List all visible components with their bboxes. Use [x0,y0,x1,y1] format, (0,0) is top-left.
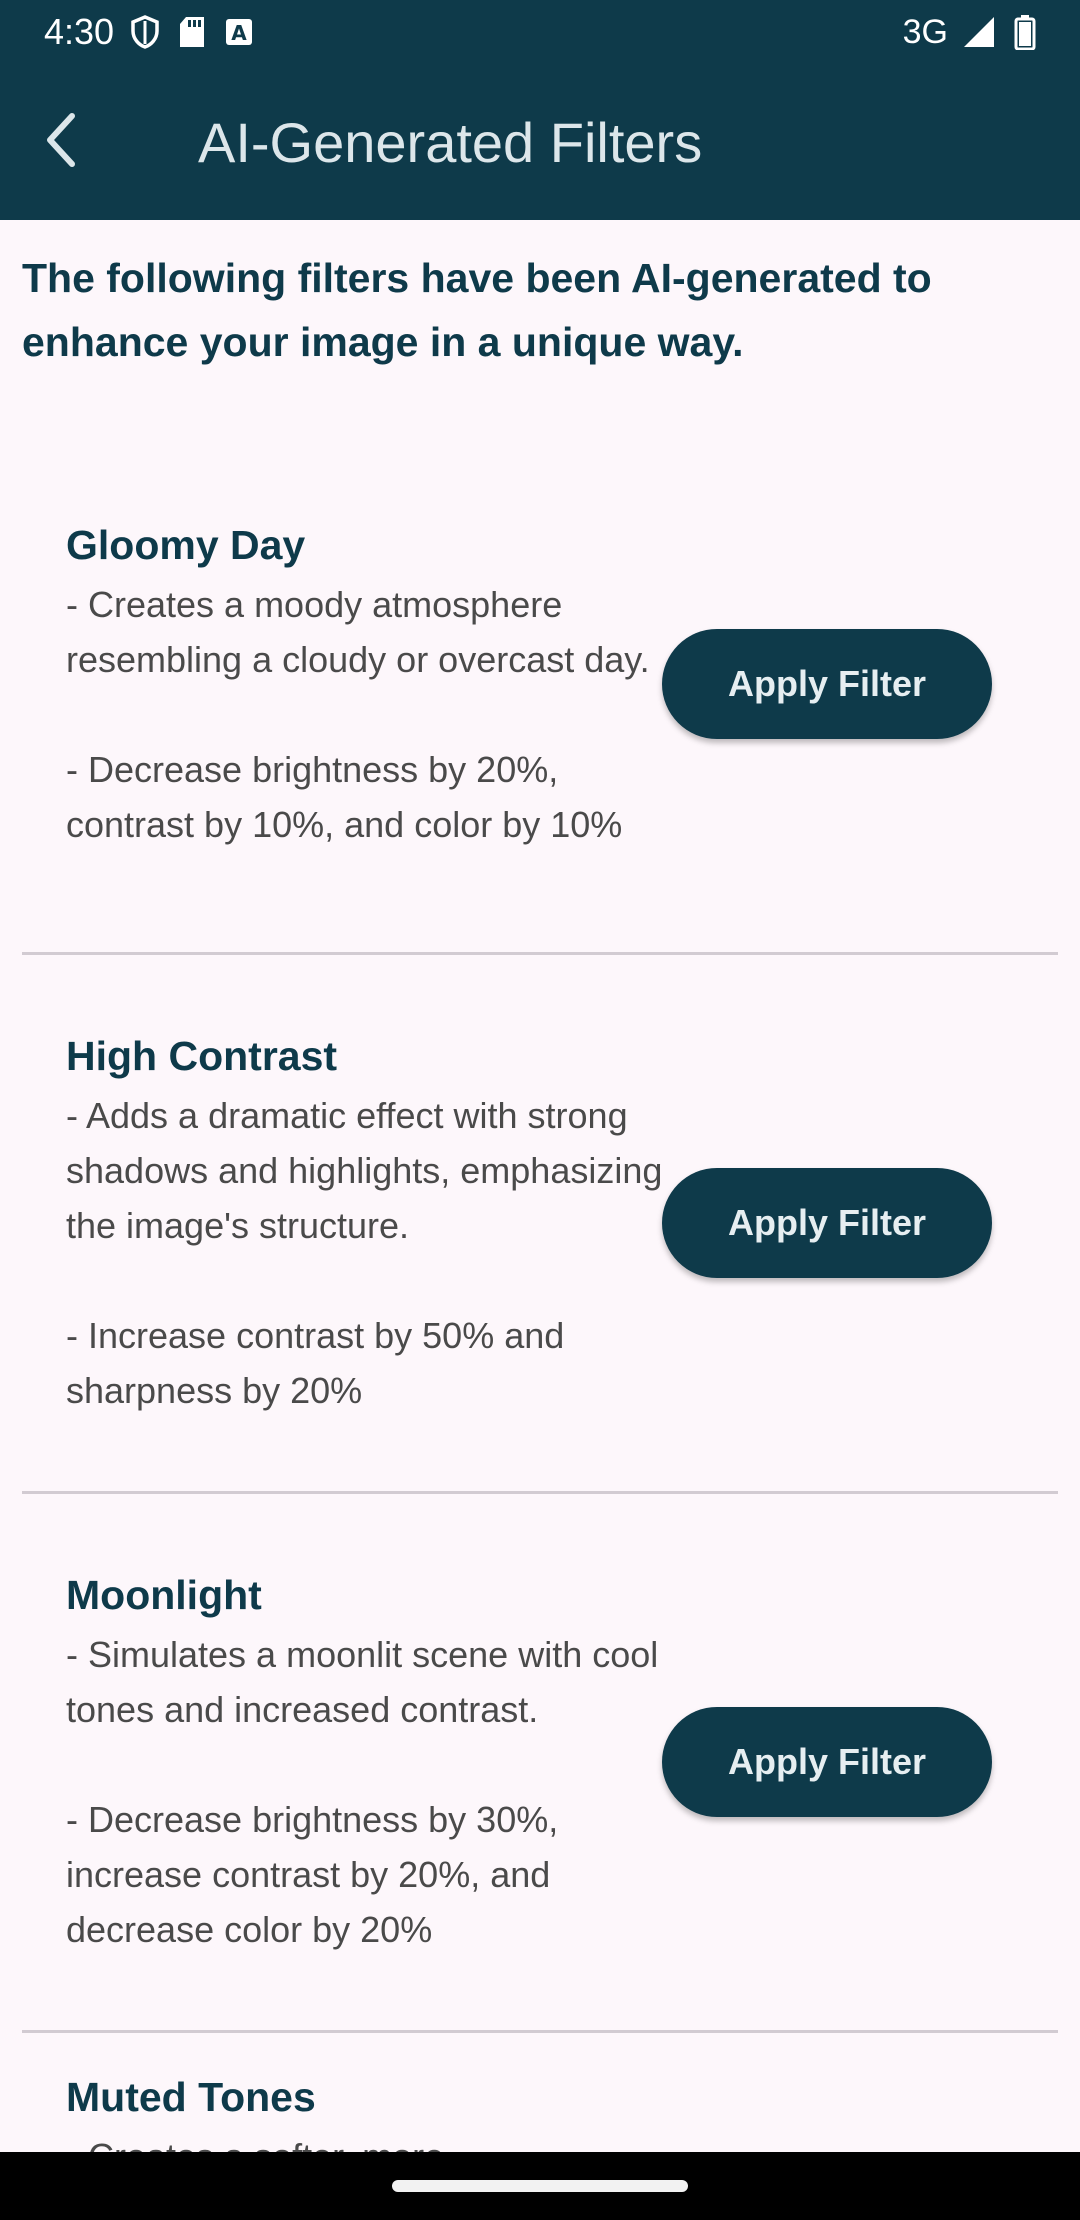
navigation-bar [0,2152,1080,2220]
shield-icon [130,15,160,49]
back-button[interactable] [0,64,120,220]
apply-filter-button[interactable]: Apply Filter [662,1707,992,1817]
battery-icon [1014,14,1036,50]
filter-item-moonlight: Moonlight - Simulates a moonlit scene wi… [22,1494,1058,2033]
filter-name: Gloomy Day [66,521,306,568]
content-scroll[interactable]: The following filters have been AI-gener… [0,220,1080,2152]
text-a-icon: A [224,17,254,47]
home-handle[interactable] [392,2180,688,2192]
filter-name: Muted Tones [66,2074,316,2120]
filter-item-high-contrast: High Contrast - Adds a dramatic effect w… [22,955,1058,1494]
filter-description: - Simulates a moonlit scene with cool to… [66,1634,659,1950]
status-bar: 4:30 A 3G [0,0,1080,64]
apply-filter-button[interactable]: Apply Filter [662,629,992,739]
signal-icon [962,15,996,49]
filter-description: - Adds a dramatic effect with strong sha… [66,1095,663,1411]
status-time: 4:30 [44,11,115,52]
intro-text: The following filters have been AI-gener… [22,255,932,365]
filter-item-muted-tones: Muted Tones - Creates a softer, more [22,2033,1058,2152]
app-bar: AI-Generated Filters [0,64,1080,220]
filter-description: - Creates a moody atmosphere resembling … [66,583,650,845]
svg-text:A: A [231,21,247,45]
sd-card-icon [178,16,206,48]
apply-filter-button[interactable]: Apply Filter [662,1168,992,1278]
page-title: AI-Generated Filters [198,110,703,174]
filter-name: High Contrast [66,1033,338,1079]
network-type: 3G [902,12,948,51]
filter-list: Gloomy Day - Creates a moody atmosphere … [0,416,1080,2152]
chevron-left-icon [40,112,80,173]
filter-description: - Creates a softer, more [66,2129,676,2152]
filter-name: Moonlight [66,1572,262,1618]
filter-item-gloomy-day: Gloomy Day - Creates a moody atmosphere … [22,416,1058,955]
